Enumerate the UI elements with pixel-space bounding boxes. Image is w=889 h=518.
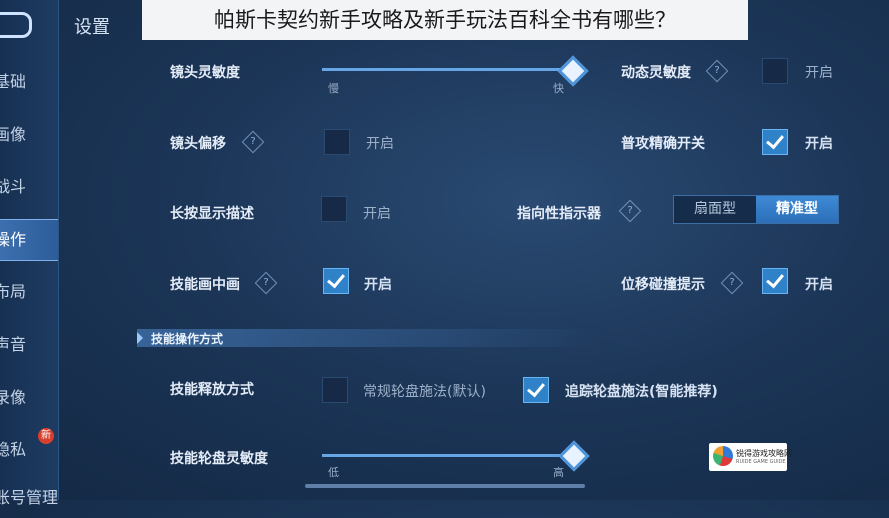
camera-offset-checkbox[interactable] [324, 129, 350, 155]
sidebar-item-layout[interactable]: 布局 [0, 272, 58, 312]
move-collision-checkbox[interactable] [762, 268, 788, 294]
precise-attack-toggle-label: 开启 [805, 136, 833, 152]
scrollbar[interactable] [305, 484, 585, 488]
watermark-sub: RUIDE GAME GUIDE [736, 459, 786, 465]
direction-option-fan[interactable]: 扇面型 [674, 196, 756, 223]
article-title-banner: 帕斯卡契约新手攻略及新手玩法百科全书有哪些？ [142, 0, 748, 40]
camera-sensitivity-max-label: 快 [553, 82, 564, 95]
watermark-name: 锐得游戏攻略网 [736, 449, 792, 458]
help-icon[interactable]: ? [705, 59, 729, 83]
skill-pip-label: 技能画中画 [170, 277, 240, 293]
dynamic-sensitivity-toggle-label: 开启 [805, 65, 833, 81]
skill-cast-label: 技能释放方式 [170, 382, 254, 398]
tracking-cast-checkbox[interactable] [523, 377, 549, 403]
section-title: 技能操作方式 [151, 332, 224, 346]
back-button[interactable] [0, 12, 32, 38]
dynamic-sensitivity-checkbox[interactable] [762, 58, 788, 84]
help-icon[interactable]: ? [618, 199, 642, 223]
direction-option-precise[interactable]: 精准型 [756, 196, 838, 223]
camera-offset-label: 镜头偏移 [170, 136, 226, 152]
precise-attack-checkbox[interactable] [762, 129, 788, 155]
sidebar-item-picture[interactable]: 画像 [0, 115, 58, 155]
wheel-sensitivity-max-label: 高 [553, 466, 564, 479]
long-press-desc-checkbox[interactable] [321, 196, 347, 222]
help-icon[interactable]: ? [720, 271, 744, 295]
camera-sensitivity-min-label: 慢 [328, 82, 339, 95]
camera-sensitivity-label: 镜头灵敏度 [170, 65, 240, 81]
wheel-sensitivity-track[interactable] [322, 454, 572, 457]
tracking-cast-label: 追踪轮盘施法(智能推荐) [565, 384, 718, 400]
normal-cast-checkbox[interactable] [322, 377, 348, 403]
logo-icon [713, 446, 733, 466]
settings-sidebar: 基础 画像 战斗 操作 布局 声音 录像 隐私 账号管理 [0, 0, 59, 507]
camera-offset-toggle-label: 开启 [366, 136, 394, 152]
wheel-sensitivity-min-label: 低 [328, 466, 339, 479]
normal-cast-label: 常规轮盘施法(默认) [363, 384, 486, 400]
help-icon[interactable]: ? [254, 271, 278, 295]
wheel-sensitivity-label: 技能轮盘灵敏度 [170, 451, 268, 467]
new-badge: 新 [38, 428, 54, 444]
sidebar-item-basic[interactable]: 基础 [0, 62, 58, 102]
direction-indicator-segmented-control: 扇面型 精准型 [673, 195, 839, 224]
camera-sensitivity-track[interactable] [322, 68, 570, 71]
sidebar-item-sound[interactable]: 声音 [0, 325, 58, 365]
page-title: 设置 [74, 17, 110, 38]
sidebar-item-account[interactable]: 账号管理 [0, 478, 58, 518]
precise-attack-label: 普攻精确开关 [621, 136, 705, 152]
skill-pip-checkbox[interactable] [323, 268, 349, 294]
sidebar-item-recording[interactable]: 录像 [0, 378, 58, 418]
help-icon[interactable]: ? [241, 130, 265, 154]
dynamic-sensitivity-label: 动态灵敏度 [621, 65, 691, 81]
sidebar-item-battle[interactable]: 战斗 [0, 167, 58, 207]
watermark-logo: 锐得游戏攻略网 RUIDE GAME GUIDE [709, 443, 792, 471]
move-collision-toggle-label: 开启 [805, 277, 833, 293]
sidebar-item-controls[interactable]: 操作 [0, 219, 58, 261]
long-press-desc-label: 长按显示描述 [170, 206, 254, 222]
long-press-desc-toggle-label: 开启 [363, 206, 391, 222]
direction-indicator-label: 指向性指示器 [517, 206, 601, 222]
section-header: 技能操作方式 [137, 329, 597, 347]
move-collision-label: 位移碰撞提示 [621, 277, 705, 293]
skill-pip-toggle-label: 开启 [364, 277, 392, 293]
